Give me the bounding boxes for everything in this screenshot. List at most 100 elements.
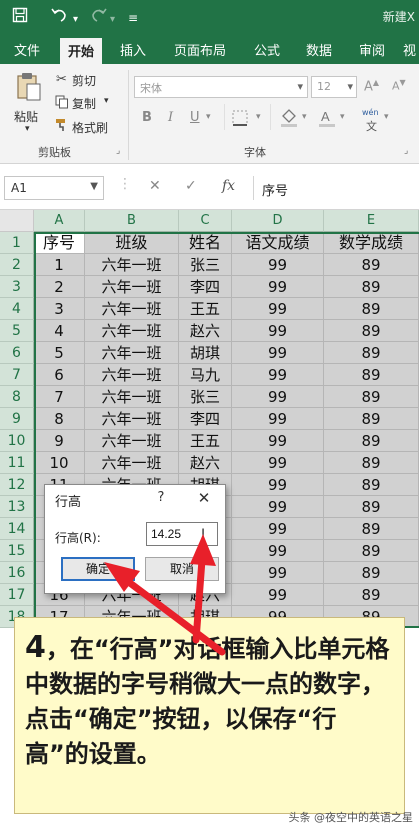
- format-painter-button[interactable]: 格式刷: [72, 119, 108, 136]
- table-cell[interactable]: 99: [232, 496, 324, 518]
- table-cell[interactable]: 89: [324, 364, 419, 386]
- table-cell[interactable]: 89: [324, 584, 419, 606]
- cancel-icon[interactable]: ✕: [149, 178, 161, 194]
- table-cell[interactable]: 7: [34, 386, 85, 408]
- close-icon[interactable]: ✕: [195, 489, 213, 507]
- column-header[interactable]: D: [232, 210, 324, 232]
- underline-dropdown-icon[interactable]: ▾: [206, 112, 211, 122]
- drag-handle-icon[interactable]: ⋮: [118, 176, 132, 192]
- row-header[interactable]: 9: [0, 408, 34, 430]
- italic-button[interactable]: I: [168, 110, 173, 125]
- table-cell[interactable]: 89: [324, 320, 419, 342]
- cut-button[interactable]: 剪切: [72, 72, 96, 89]
- table-cell[interactable]: 89: [324, 386, 419, 408]
- tab-insert[interactable]: 插入: [120, 40, 146, 59]
- tab-page-layout[interactable]: 页面布局: [174, 40, 226, 59]
- formula-input[interactable]: 序号: [253, 176, 419, 200]
- font-size-select[interactable]: 12 ▾: [311, 76, 357, 98]
- table-cell[interactable]: 89: [324, 254, 419, 276]
- redo-dropdown-icon[interactable]: ▾: [110, 11, 115, 29]
- table-cell[interactable]: 89: [324, 452, 419, 474]
- table-cell[interactable]: 2: [34, 276, 85, 298]
- table-cell[interactable]: 六年一班: [85, 386, 179, 408]
- dialog-launcher-icon[interactable]: ⌟: [116, 146, 120, 156]
- table-cell[interactable]: 六年一班: [85, 298, 179, 320]
- table-cell[interactable]: 99: [232, 342, 324, 364]
- row-header[interactable]: 6: [0, 342, 34, 364]
- table-cell[interactable]: 99: [232, 408, 324, 430]
- table-cell[interactable]: 六年一班: [85, 430, 179, 452]
- table-cell[interactable]: 语文成绩: [232, 232, 324, 254]
- table-cell[interactable]: 99: [232, 562, 324, 584]
- table-cell[interactable]: 6: [34, 364, 85, 386]
- name-box[interactable]: A1 ▼: [4, 176, 104, 200]
- table-cell[interactable]: 99: [232, 298, 324, 320]
- row-header[interactable]: 7: [0, 364, 34, 386]
- table-cell[interactable]: 六年一班: [85, 320, 179, 342]
- table-cell[interactable]: 89: [324, 342, 419, 364]
- select-all-corner[interactable]: [0, 210, 34, 232]
- border-dropdown-icon[interactable]: ▾: [256, 112, 261, 122]
- table-cell[interactable]: 张三: [179, 254, 232, 276]
- row-header[interactable]: 5: [0, 320, 34, 342]
- enter-icon[interactable]: ✓: [185, 178, 197, 194]
- redo-icon[interactable]: [88, 7, 108, 27]
- paste-button[interactable]: 粘贴 ▾: [10, 70, 48, 136]
- table-cell[interactable]: 9: [34, 430, 85, 452]
- table-cell[interactable]: 89: [324, 562, 419, 584]
- table-cell[interactable]: 89: [324, 430, 419, 452]
- font-color-icon[interactable]: A: [318, 108, 336, 132]
- column-header[interactable]: C: [179, 210, 232, 232]
- copy-button[interactable]: 复制: [72, 95, 96, 112]
- phonetic-dropdown-icon[interactable]: ▾: [384, 112, 389, 122]
- table-cell[interactable]: 赵六: [179, 320, 232, 342]
- row-header[interactable]: 11: [0, 452, 34, 474]
- table-cell[interactable]: 数学成绩: [324, 232, 419, 254]
- table-cell[interactable]: 马九: [179, 364, 232, 386]
- ok-button[interactable]: 确定: [61, 557, 135, 581]
- table-cell[interactable]: 赵六: [179, 452, 232, 474]
- table-cell[interactable]: 姓名: [179, 232, 232, 254]
- undo-dropdown-icon[interactable]: ▾: [73, 11, 78, 29]
- column-header[interactable]: E: [324, 210, 419, 232]
- tab-home[interactable]: 开始: [60, 38, 103, 66]
- table-cell[interactable]: 六年一班: [85, 342, 179, 364]
- table-cell[interactable]: 99: [232, 254, 324, 276]
- underline-button[interactable]: U: [190, 110, 200, 125]
- row-header[interactable]: 4: [0, 298, 34, 320]
- cancel-button[interactable]: 取消: [145, 557, 219, 581]
- table-cell[interactable]: 李四: [179, 408, 232, 430]
- tab-data[interactable]: 数据: [306, 40, 332, 59]
- fill-color-dropdown-icon[interactable]: ▾: [302, 112, 307, 122]
- table-cell[interactable]: 89: [324, 474, 419, 496]
- row-header[interactable]: 10: [0, 430, 34, 452]
- table-cell[interactable]: 99: [232, 584, 324, 606]
- row-header[interactable]: 3: [0, 276, 34, 298]
- table-cell[interactable]: 99: [232, 430, 324, 452]
- tab-review[interactable]: 审阅: [359, 40, 385, 59]
- insert-function-icon[interactable]: fx: [222, 178, 235, 194]
- tab-file[interactable]: 文件: [14, 40, 40, 59]
- table-cell[interactable]: 5: [34, 342, 85, 364]
- table-cell[interactable]: 8: [34, 408, 85, 430]
- table-cell[interactable]: 王五: [179, 298, 232, 320]
- column-header[interactable]: B: [85, 210, 179, 232]
- row-header[interactable]: 17: [0, 584, 34, 606]
- font-name-select[interactable]: 宋体 ▾: [134, 76, 308, 98]
- fill-color-icon[interactable]: [280, 108, 298, 132]
- table-cell[interactable]: 89: [324, 496, 419, 518]
- table-cell[interactable]: 序号: [34, 232, 85, 254]
- font-color-dropdown-icon[interactable]: ▾: [340, 112, 345, 122]
- row-header[interactable]: 8: [0, 386, 34, 408]
- row-header[interactable]: 13: [0, 496, 34, 518]
- table-cell[interactable]: 10: [34, 452, 85, 474]
- table-cell[interactable]: 89: [324, 540, 419, 562]
- row-header[interactable]: 14: [0, 518, 34, 540]
- table-cell[interactable]: 班级: [85, 232, 179, 254]
- copy-dropdown-icon[interactable]: ▾: [104, 96, 109, 106]
- column-header[interactable]: A: [34, 210, 85, 232]
- increase-font-icon[interactable]: A▲: [364, 78, 379, 94]
- table-cell[interactable]: 99: [232, 364, 324, 386]
- tab-formulas[interactable]: 公式: [254, 40, 280, 59]
- row-header[interactable]: 12: [0, 474, 34, 496]
